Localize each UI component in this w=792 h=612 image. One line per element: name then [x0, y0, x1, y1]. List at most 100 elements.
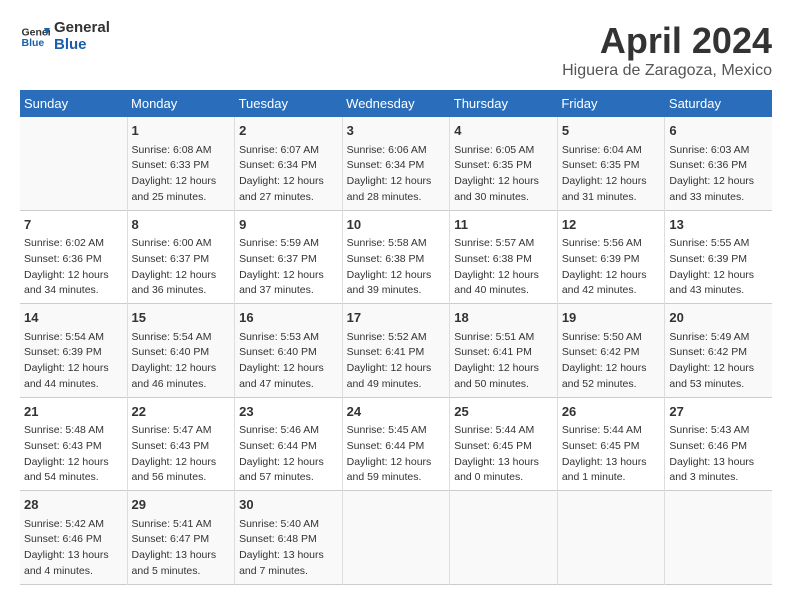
cell-content: Sunrise: 6:07 AM [239, 143, 338, 159]
cell-content: and 5 minutes. [132, 564, 231, 580]
cell-content: and 37 minutes. [239, 283, 338, 299]
day-number: 21 [24, 402, 123, 422]
cell-content: and 43 minutes. [669, 283, 768, 299]
cell-content: Sunrise: 5:59 AM [239, 236, 338, 252]
cell-content: Daylight: 12 hours [24, 455, 123, 471]
day-number: 8 [132, 215, 231, 235]
cell-content: and 40 minutes. [454, 283, 553, 299]
calendar-cell [557, 491, 665, 585]
cell-content: Sunrise: 6:05 AM [454, 143, 553, 159]
day-number: 15 [132, 308, 231, 328]
logo-icon: General Blue [20, 22, 50, 52]
cell-content: Sunset: 6:46 PM [669, 439, 768, 455]
calendar-week-2: 7Sunrise: 6:02 AMSunset: 6:36 PMDaylight… [20, 210, 772, 304]
cell-content: Daylight: 13 hours [24, 548, 123, 564]
day-header-friday: Friday [557, 90, 665, 117]
day-number: 9 [239, 215, 338, 235]
cell-content: Daylight: 12 hours [239, 361, 338, 377]
calendar-cell: 29Sunrise: 5:41 AMSunset: 6:47 PMDayligh… [127, 491, 235, 585]
cell-content: and 28 minutes. [347, 190, 446, 206]
calendar-week-1: 1Sunrise: 6:08 AMSunset: 6:33 PMDaylight… [20, 117, 772, 210]
calendar-cell: 7Sunrise: 6:02 AMSunset: 6:36 PMDaylight… [20, 210, 127, 304]
cell-content: and 27 minutes. [239, 190, 338, 206]
cell-content: Daylight: 12 hours [347, 455, 446, 471]
calendar-cell [20, 117, 127, 210]
cell-content: Sunset: 6:41 PM [454, 345, 553, 361]
day-header-tuesday: Tuesday [235, 90, 343, 117]
cell-content: Sunset: 6:42 PM [562, 345, 661, 361]
page-header: General Blue General Blue April 2024 Hig… [20, 20, 772, 80]
cell-content: Daylight: 12 hours [239, 455, 338, 471]
cell-content: Daylight: 12 hours [562, 268, 661, 284]
calendar-cell: 3Sunrise: 6:06 AMSunset: 6:34 PMDaylight… [342, 117, 450, 210]
calendar-cell: 15Sunrise: 5:54 AMSunset: 6:40 PMDayligh… [127, 304, 235, 398]
cell-content: Sunrise: 5:44 AM [454, 423, 553, 439]
cell-content: Sunrise: 5:44 AM [562, 423, 661, 439]
cell-content: Sunset: 6:33 PM [132, 158, 231, 174]
cell-content: Daylight: 12 hours [347, 174, 446, 190]
calendar-cell: 19Sunrise: 5:50 AMSunset: 6:42 PMDayligh… [557, 304, 665, 398]
day-number: 6 [669, 121, 768, 141]
cell-content: Sunset: 6:40 PM [132, 345, 231, 361]
cell-content: Sunset: 6:40 PM [239, 345, 338, 361]
day-header-wednesday: Wednesday [342, 90, 450, 117]
calendar-cell: 18Sunrise: 5:51 AMSunset: 6:41 PMDayligh… [450, 304, 558, 398]
cell-content: and 33 minutes. [669, 190, 768, 206]
cell-content: Sunset: 6:43 PM [24, 439, 123, 455]
cell-content: and 34 minutes. [24, 283, 123, 299]
cell-content: Sunset: 6:36 PM [24, 252, 123, 268]
cell-content: and 56 minutes. [132, 470, 231, 486]
day-number: 18 [454, 308, 553, 328]
cell-content: Daylight: 12 hours [239, 174, 338, 190]
cell-content: and 31 minutes. [562, 190, 661, 206]
calendar-cell: 24Sunrise: 5:45 AMSunset: 6:44 PMDayligh… [342, 397, 450, 491]
cell-content: and 54 minutes. [24, 470, 123, 486]
cell-content: Sunset: 6:47 PM [132, 532, 231, 548]
day-number: 10 [347, 215, 446, 235]
cell-content: Sunset: 6:38 PM [454, 252, 553, 268]
calendar-cell: 14Sunrise: 5:54 AMSunset: 6:39 PMDayligh… [20, 304, 127, 398]
cell-content: Daylight: 13 hours [669, 455, 768, 471]
calendar-cell: 1Sunrise: 6:08 AMSunset: 6:33 PMDaylight… [127, 117, 235, 210]
cell-content: and 50 minutes. [454, 377, 553, 393]
calendar-cell: 4Sunrise: 6:05 AMSunset: 6:35 PMDaylight… [450, 117, 558, 210]
calendar-cell: 22Sunrise: 5:47 AMSunset: 6:43 PMDayligh… [127, 397, 235, 491]
logo-general: General [54, 20, 110, 37]
cell-content: Sunrise: 6:04 AM [562, 143, 661, 159]
day-number: 23 [239, 402, 338, 422]
day-number: 24 [347, 402, 446, 422]
cell-content: Sunset: 6:34 PM [347, 158, 446, 174]
cell-content: and 42 minutes. [562, 283, 661, 299]
day-number: 12 [562, 215, 661, 235]
cell-content: Sunset: 6:37 PM [239, 252, 338, 268]
calendar-table: SundayMondayTuesdayWednesdayThursdayFrid… [20, 90, 772, 585]
cell-content: Sunset: 6:48 PM [239, 532, 338, 548]
cell-content: Sunset: 6:36 PM [669, 158, 768, 174]
calendar-week-4: 21Sunrise: 5:48 AMSunset: 6:43 PMDayligh… [20, 397, 772, 491]
cell-content: Sunset: 6:44 PM [347, 439, 446, 455]
cell-content: and 1 minute. [562, 470, 661, 486]
title-section: April 2024 Higuera de Zaragoza, Mexico [562, 20, 772, 80]
cell-content: Sunrise: 5:51 AM [454, 330, 553, 346]
calendar-cell: 26Sunrise: 5:44 AMSunset: 6:45 PMDayligh… [557, 397, 665, 491]
cell-content: and 57 minutes. [239, 470, 338, 486]
calendar-week-3: 14Sunrise: 5:54 AMSunset: 6:39 PMDayligh… [20, 304, 772, 398]
calendar-cell: 9Sunrise: 5:59 AMSunset: 6:37 PMDaylight… [235, 210, 343, 304]
cell-content: Sunrise: 5:49 AM [669, 330, 768, 346]
day-number: 28 [24, 495, 123, 515]
day-number: 13 [669, 215, 768, 235]
cell-content: Daylight: 12 hours [347, 268, 446, 284]
day-header-saturday: Saturday [665, 90, 772, 117]
cell-content: Sunrise: 5:47 AM [132, 423, 231, 439]
cell-content: Daylight: 12 hours [454, 174, 553, 190]
cell-content: and 46 minutes. [132, 377, 231, 393]
calendar-header-row: SundayMondayTuesdayWednesdayThursdayFrid… [20, 90, 772, 117]
cell-content: Sunrise: 5:55 AM [669, 236, 768, 252]
day-number: 1 [132, 121, 231, 141]
cell-content: Sunset: 6:39 PM [562, 252, 661, 268]
calendar-cell: 28Sunrise: 5:42 AMSunset: 6:46 PMDayligh… [20, 491, 127, 585]
cell-content: and 49 minutes. [347, 377, 446, 393]
cell-content: Sunrise: 6:02 AM [24, 236, 123, 252]
cell-content: Sunrise: 5:41 AM [132, 517, 231, 533]
day-number: 22 [132, 402, 231, 422]
